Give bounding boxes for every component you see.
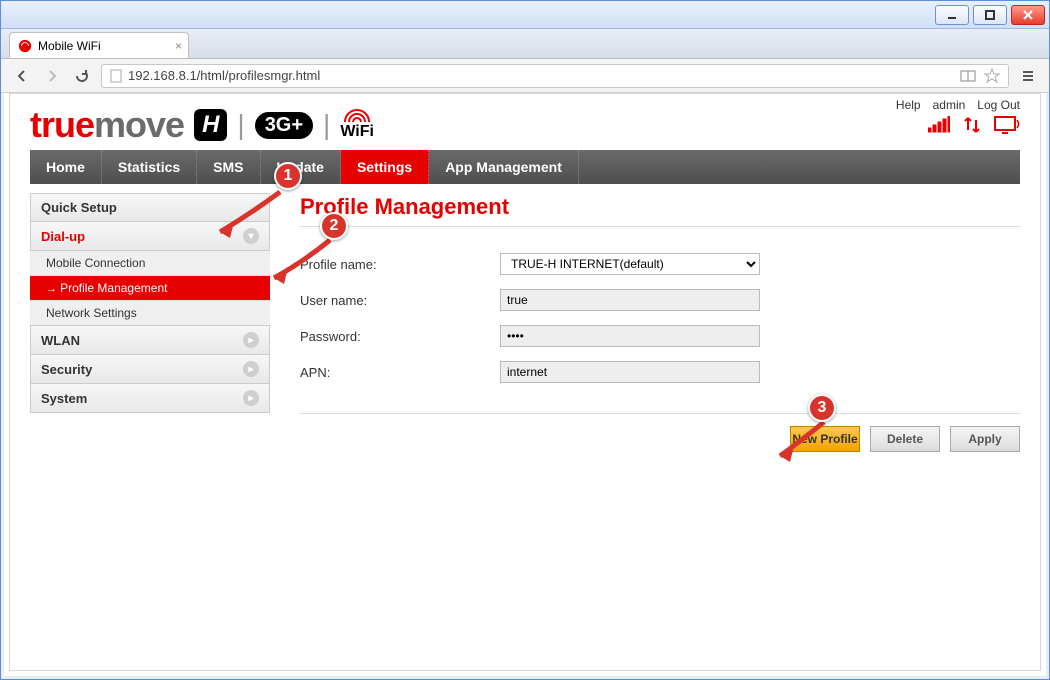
tab-close-icon[interactable]: ×: [175, 39, 182, 53]
chevron-right-icon: ▸: [243, 361, 259, 377]
data-transfer-icon: [962, 116, 982, 134]
main-content: Profile Management Profile name: TRUE-H …: [300, 194, 1020, 452]
nav-home[interactable]: Home: [30, 150, 102, 184]
favicon-icon: [18, 39, 32, 53]
side-security[interactable]: Security▸: [30, 354, 270, 384]
logo-row: truemove H | 3G+ | WiFi: [10, 94, 1040, 150]
bookmark-star-icon[interactable]: [984, 68, 1000, 84]
chevron-right-icon: ▸: [243, 390, 259, 406]
side-profile-management[interactable]: Profile Management: [30, 276, 270, 301]
side-network-settings[interactable]: Network Settings: [30, 301, 270, 326]
page-icon: [110, 69, 122, 83]
logo-h-badge: H: [194, 109, 227, 141]
nav-settings[interactable]: Settings: [341, 150, 429, 184]
main-nav: Home Statistics SMS Update Settings App …: [30, 150, 1020, 184]
annotation-badge-1: 1: [274, 162, 302, 190]
action-bar: New Profile Delete Apply: [300, 413, 1020, 452]
label-apn: APN:: [300, 365, 500, 380]
app-window: Mobile WiFi × 192.168.8.1/html/profilesm…: [0, 0, 1050, 680]
monitor-icon: [994, 116, 1020, 134]
annotation-arrow-3: [766, 416, 836, 471]
logo-3g-badge: 3G+: [255, 112, 313, 139]
logo-truemove: truemove: [30, 104, 184, 146]
annotation-arrow-2: [258, 234, 338, 294]
signal-icon: [928, 116, 950, 134]
back-button[interactable]: [11, 65, 33, 87]
address-bar[interactable]: 192.168.8.1/html/profilesmgr.html: [101, 64, 1009, 88]
logout-link[interactable]: Log Out: [977, 98, 1020, 112]
url-text: 192.168.8.1/html/profilesmgr.html: [128, 68, 320, 83]
apply-button[interactable]: Apply: [950, 426, 1020, 452]
forward-button[interactable]: [41, 65, 63, 87]
label-user-name: User name:: [300, 293, 500, 308]
password-input[interactable]: [500, 325, 760, 347]
apn-input[interactable]: [500, 361, 760, 383]
logo-separator: |: [237, 109, 244, 141]
wifi-arcs-icon: [342, 109, 372, 123]
side-wlan[interactable]: WLAN▸: [30, 325, 270, 355]
window-close-button[interactable]: [1011, 5, 1045, 25]
status-icons: [928, 116, 1020, 134]
browser-tabstrip: Mobile WiFi ×: [1, 29, 1049, 59]
browser-menu-button[interactable]: [1017, 65, 1039, 87]
page-title: Profile Management: [300, 194, 1020, 227]
window-minimize-button[interactable]: [935, 5, 969, 25]
nav-sms[interactable]: SMS: [197, 150, 260, 184]
side-mobile-connection[interactable]: Mobile Connection: [30, 251, 270, 276]
tab-title: Mobile WiFi: [38, 39, 101, 53]
page-content: Help admin Log Out truemove H | 3G+ | Wi…: [9, 93, 1041, 671]
logo-wifi: WiFi: [340, 109, 374, 141]
logo-separator: |: [323, 109, 330, 141]
label-password: Password:: [300, 329, 500, 344]
annotation-badge-2: 2: [320, 212, 348, 240]
window-maximize-button[interactable]: [973, 5, 1007, 25]
nav-statistics[interactable]: Statistics: [102, 150, 197, 184]
user-name-input[interactable]: [500, 289, 760, 311]
translate-icon[interactable]: [960, 68, 976, 84]
nav-app-management[interactable]: App Management: [429, 150, 579, 184]
reload-button[interactable]: [71, 65, 93, 87]
browser-toolbar: 192.168.8.1/html/profilesmgr.html: [1, 59, 1049, 93]
side-system[interactable]: System▸: [30, 383, 270, 413]
delete-button[interactable]: Delete: [870, 426, 940, 452]
browser-tab[interactable]: Mobile WiFi ×: [9, 32, 189, 58]
admin-link[interactable]: admin: [933, 98, 966, 112]
help-link[interactable]: Help: [896, 98, 921, 112]
window-titlebar: [1, 1, 1049, 29]
annotation-badge-3: 3: [808, 394, 836, 422]
header-links: Help admin Log Out: [896, 98, 1020, 112]
profile-name-select[interactable]: TRUE-H INTERNET(default): [500, 253, 760, 275]
chevron-right-icon: ▸: [243, 332, 259, 348]
